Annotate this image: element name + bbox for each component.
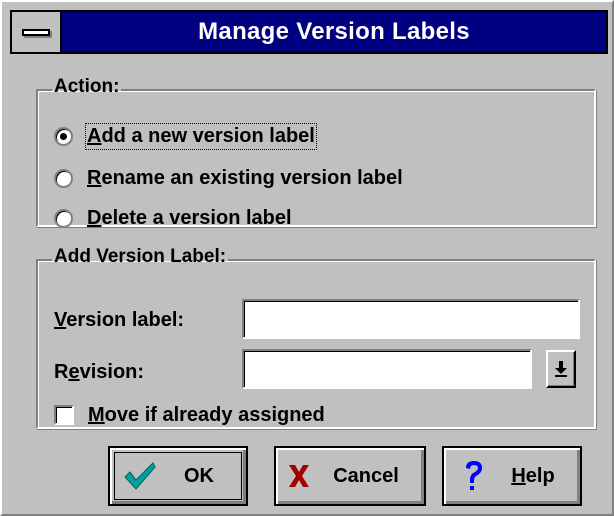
delete-label-radio[interactable]: Delete a version label	[54, 203, 292, 233]
radio-button[interactable]	[54, 208, 73, 228]
revision-combobox[interactable]	[242, 349, 532, 389]
add-version-label-group: Add Version Label: Version label: Revisi…	[36, 246, 596, 429]
checkbox-box[interactable]	[54, 405, 74, 425]
radio-button-checked[interactable]	[54, 126, 73, 146]
add-version-label-legend: Add Version Label:	[54, 246, 227, 267]
system-menu-button[interactable]	[12, 12, 62, 52]
action-group: Action: Add a new version label Rename a…	[36, 76, 596, 229]
delete-label-radio-label: Delete a version label	[87, 206, 292, 229]
revision-label: Revision:	[54, 361, 145, 383]
move-if-assigned-label: Move if already assigned	[88, 403, 325, 426]
rename-label-radio[interactable]: Rename an existing version label	[54, 163, 403, 193]
add-label-radio-label: Add a new version label	[85, 122, 317, 150]
system-menu-icon	[22, 29, 50, 36]
default-button-border	[114, 452, 242, 500]
help-button-label: Help	[511, 464, 555, 487]
version-label-label: Version label:	[54, 309, 185, 331]
x-icon	[282, 456, 316, 496]
add-label-radio[interactable]: Add a new version label	[54, 121, 317, 151]
action-group-legend: Action:	[54, 76, 120, 97]
help-button[interactable]: Help	[442, 446, 582, 506]
rename-label-radio-label: Rename an existing version label	[87, 166, 403, 189]
window-title: Manage Version Labels	[198, 18, 470, 45]
cancel-button-label: Cancel	[333, 464, 399, 487]
version-label-input[interactable]	[242, 299, 580, 339]
down-arrow-icon	[555, 361, 567, 377]
question-mark-icon	[454, 456, 494, 496]
manage-version-labels-dialog: Manage Version Labels Action: Add a new …	[0, 0, 614, 516]
title-bar: Manage Version Labels	[10, 10, 608, 54]
cancel-button[interactable]: Cancel	[274, 446, 426, 506]
ok-button[interactable]: OK	[108, 446, 248, 506]
radio-button[interactable]	[54, 168, 73, 188]
move-if-assigned-checkbox[interactable]: Move if already assigned	[54, 401, 325, 429]
revision-dropdown-button[interactable]	[546, 350, 576, 388]
